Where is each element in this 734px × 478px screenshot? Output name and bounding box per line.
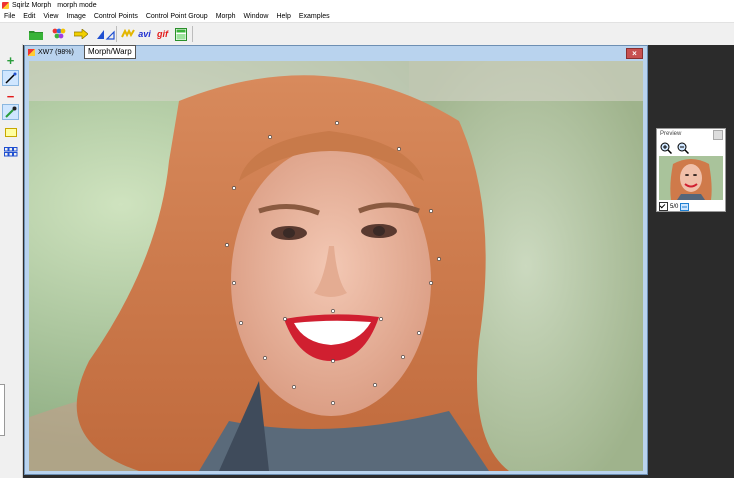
menu-examples[interactable]: Examples [295, 13, 334, 20]
eyedropper-icon[interactable] [2, 104, 19, 120]
portrait-image [29, 61, 643, 471]
add-control-point-icon[interactable]: + [2, 52, 19, 68]
menu-morph[interactable]: Morph [212, 13, 240, 20]
grid-points-icon[interactable] [2, 144, 19, 160]
morph-image-canvas[interactable] [29, 61, 643, 471]
app-mode: morph mode [57, 2, 97, 9]
zoom-out-icon[interactable] [677, 142, 690, 155]
menu-help[interactable]: Help [272, 13, 294, 20]
left-tool-palette: + − [0, 44, 23, 172]
morph-triangle-icon[interactable] [95, 26, 117, 42]
preview-image [659, 156, 723, 200]
app-logo-icon [2, 2, 9, 9]
tooltip: Morph/Warp [84, 45, 136, 59]
arrow-right-icon[interactable] [72, 26, 89, 42]
menu-image[interactable]: Image [62, 13, 89, 20]
app-title: Sqirlz Morph [12, 2, 52, 9]
rectangle-select-icon[interactable] [2, 124, 19, 140]
menu-control-points[interactable]: Control Points [90, 13, 142, 20]
line-tool-icon[interactable] [2, 70, 19, 86]
preview-title: Preview [660, 131, 682, 137]
left-panel [0, 172, 23, 478]
menu-window[interactable]: Window [240, 13, 273, 20]
app-title-bar: Sqirlz Morph morph mode [0, 0, 734, 11]
refresh-icon[interactable] [680, 202, 690, 211]
close-window-button[interactable]: × [626, 48, 643, 59]
preview-footer: 5/0 [659, 202, 690, 211]
menu-edit[interactable]: Edit [19, 13, 39, 20]
morph-sequence-icon[interactable] [119, 26, 136, 42]
preview-checkbox[interactable] [659, 202, 668, 211]
avi-export-icon[interactable]: avi [136, 26, 153, 42]
menu-view[interactable]: View [39, 13, 62, 20]
remove-control-point-icon[interactable]: − [2, 88, 19, 104]
image-window: XW7 (98%) × [24, 45, 648, 475]
preview-close-button[interactable] [713, 130, 723, 140]
preview-panel: Preview 5/0 [656, 128, 726, 212]
preview-counter: 5/0 [670, 203, 679, 210]
open-folder-icon[interactable] [27, 26, 44, 42]
menu-control-point-group[interactable]: Control Point Group [142, 13, 212, 20]
window-logo-icon [28, 49, 35, 56]
image-window-title: XW7 (98%) [38, 49, 74, 56]
toolbar-separator [116, 26, 117, 42]
colors-icon[interactable] [50, 26, 67, 42]
panel-fragment [0, 384, 5, 436]
gif-export-icon[interactable]: gif [154, 26, 171, 42]
zoom-in-icon[interactable] [660, 142, 673, 155]
menu-file[interactable]: File [0, 13, 19, 20]
frame-icon[interactable] [172, 26, 189, 42]
menu-bar: File Edit View Image Control Points Cont… [0, 11, 734, 22]
toolbar-separator [192, 26, 193, 42]
main-toolbar: avi gif [0, 22, 734, 46]
